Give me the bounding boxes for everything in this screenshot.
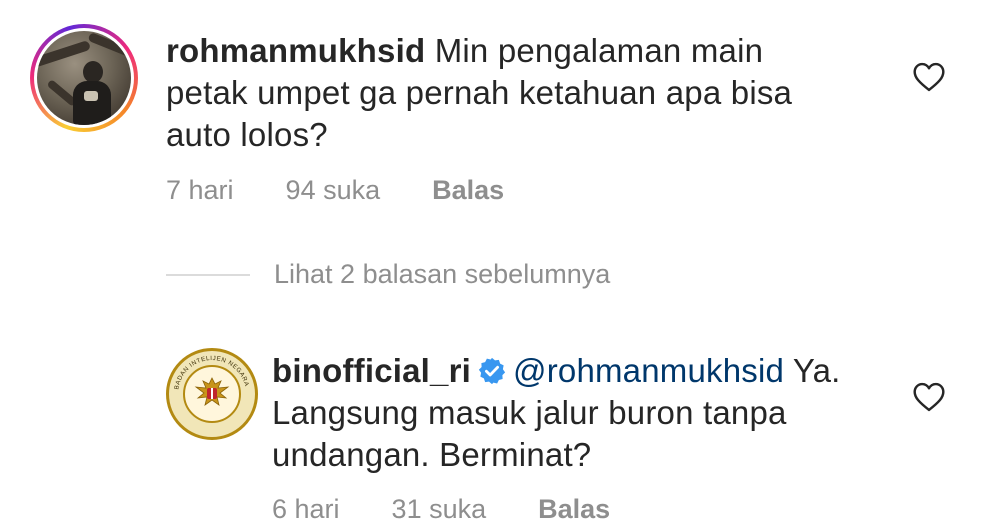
reply-button[interactable]: Balas — [538, 494, 610, 525]
verified-badge-icon — [478, 357, 506, 385]
comment-text: rohmanmukhsid Min pengalaman main petak … — [166, 30, 886, 156]
comment-meta: 6 hari 31 suka Balas — [272, 494, 662, 525]
comment-meta: 7 hari 94 suka Balas — [166, 175, 556, 206]
comment-line: Langsung masuk jalur buron tanpa — [272, 394, 787, 431]
story-ring — [30, 24, 138, 132]
comment-text: binofficial_ri @rohmanmukhsid Ya. Langsu… — [272, 350, 952, 476]
comment-line: auto lolos? — [166, 116, 328, 153]
avatar-rohmanmukhsid[interactable] — [30, 24, 138, 132]
avatar-binofficial-ri[interactable]: BADAN INTELIJEN NEGARA — [166, 348, 258, 440]
reply-button[interactable]: Balas — [432, 175, 504, 206]
comment-time[interactable]: 6 hari — [272, 494, 340, 525]
comment-likes[interactable]: 94 suka — [286, 175, 381, 206]
comment-line: Min pengalaman main — [434, 32, 764, 69]
heart-icon[interactable] — [912, 382, 946, 412]
svg-text:BADAN INTELIJEN NEGARA: BADAN INTELIJEN NEGARA — [173, 355, 250, 390]
comment-likes[interactable]: 31 suka — [392, 494, 487, 525]
comment-time[interactable]: 7 hari — [166, 175, 234, 206]
view-replies-label[interactable]: Lihat 2 balasan sebelumnya — [274, 259, 610, 290]
view-previous-replies[interactable]: Lihat 2 balasan sebelumnya — [166, 259, 610, 290]
comment-rohmanmukhsid: rohmanmukhsid Min pengalaman main petak … — [0, 0, 1000, 230]
comment-username[interactable]: binofficial_ri — [272, 352, 471, 389]
comment-line: petak umpet ga pernah ketahuan apa bisa — [166, 74, 793, 111]
bin-logo: BADAN INTELIJEN NEGARA — [166, 348, 258, 440]
comment-line: Ya. — [784, 352, 841, 389]
comment-line: undangan. Berminat? — [272, 436, 592, 473]
divider-line — [166, 273, 250, 276]
comment-username[interactable]: rohmanmukhsid — [166, 32, 425, 69]
comment-binofficial-ri: BADAN INTELIJEN NEGARA binofficial_ri @r… — [0, 330, 1000, 527]
mention-link[interactable]: @rohmanmukhsid — [513, 352, 784, 389]
profile-photo — [37, 31, 131, 125]
heart-icon[interactable] — [912, 62, 946, 92]
